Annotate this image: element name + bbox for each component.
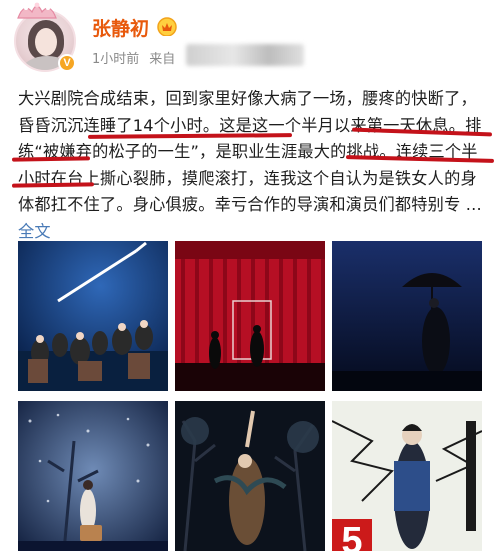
blurred-source bbox=[186, 44, 304, 66]
photo-umbrella[interactable] bbox=[332, 241, 482, 391]
photo-grid: 5 bbox=[18, 241, 482, 555]
post-meta: 1小时前 来自 bbox=[92, 48, 175, 67]
highlight-sleep: 昏昏沉沉连睡了14个小时 bbox=[18, 115, 203, 135]
expand-full-text-link[interactable]: 全文 bbox=[18, 222, 51, 241]
post-source-prefix: 来自 bbox=[149, 52, 176, 67]
post-time[interactable]: 1小时前 bbox=[92, 52, 139, 67]
username[interactable]: 张静初 bbox=[92, 14, 149, 41]
poster-number: 5 bbox=[341, 520, 362, 551]
photo-poster[interactable]: 5 bbox=[332, 401, 482, 551]
photo-snow-suitcase[interactable] bbox=[18, 401, 168, 551]
highlight-challenge: 是职业生涯最大的挑战 bbox=[215, 142, 380, 161]
post-text-seg2: 。这是 bbox=[202, 115, 253, 135]
post-header: V 张静初 1小时前 来自 bbox=[0, 0, 500, 80]
avatar-frame-ornament-icon bbox=[17, 2, 57, 19]
vip-crown-icon[interactable] bbox=[156, 16, 178, 36]
photo-red-curtain[interactable] bbox=[175, 241, 325, 391]
highlight-rest-day: 这一个半月以来第一天休息 bbox=[252, 115, 449, 135]
post-text-seg1: 大兴剧院合成结束，回到家里好像大病了一场，腰疼的快断了， bbox=[18, 89, 477, 108]
post-text: 大兴剧院合成结束，回到家里好像大病了一场，腰疼的快断了， 昏昏沉沉连睡了14个小时… bbox=[18, 86, 488, 245]
verified-badge: V bbox=[58, 54, 76, 72]
photo-raised-hand[interactable] bbox=[175, 401, 325, 551]
photo-stage-rope[interactable] bbox=[18, 241, 168, 391]
